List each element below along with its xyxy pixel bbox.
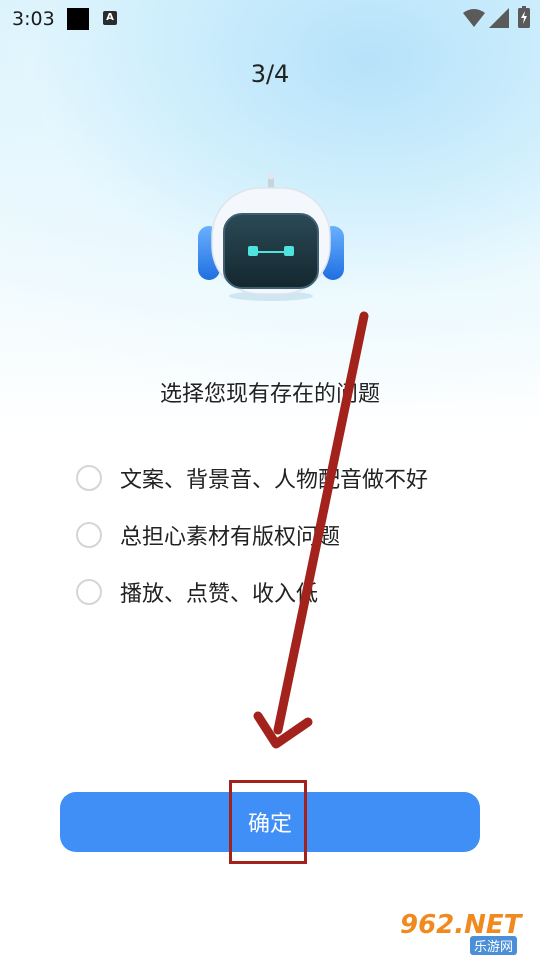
option-item[interactable]: 文案、背景音、人物配音做不好: [76, 462, 428, 494]
survey-question: 选择您现有存在的问题: [159, 382, 380, 407]
wifi-icon: [463, 9, 485, 27]
option-label: 总担心素材有版权问题: [120, 525, 341, 550]
watermark-sub: 乐游网: [470, 936, 518, 955]
watermark-logo: 962.NET 乐游网: [400, 910, 536, 955]
radio-button[interactable]: [76, 522, 102, 548]
confirm-button[interactable]: 确定: [60, 792, 480, 852]
radio-button[interactable]: [76, 579, 102, 605]
radio-button[interactable]: [76, 465, 102, 491]
option-label: 播放、点赞、收入低: [120, 582, 319, 607]
status-time: 3:03: [12, 8, 55, 30]
notification-app-icon: [67, 8, 89, 30]
robot-icon: [198, 172, 344, 301]
step-indicator: 3/4: [250, 60, 290, 88]
status-bar: 3:03 A: [0, 0, 540, 38]
option-item[interactable]: 总担心素材有版权问题: [76, 519, 340, 551]
notification-a-icon: A: [103, 11, 117, 25]
cellular-signal-icon: [489, 8, 509, 28]
option-label: 文案、背景音、人物配音做不好: [120, 468, 429, 493]
option-item[interactable]: 播放、点赞、收入低: [76, 576, 318, 608]
battery-charging-icon: [518, 6, 530, 28]
confirm-button-label: 确定: [247, 812, 292, 837]
